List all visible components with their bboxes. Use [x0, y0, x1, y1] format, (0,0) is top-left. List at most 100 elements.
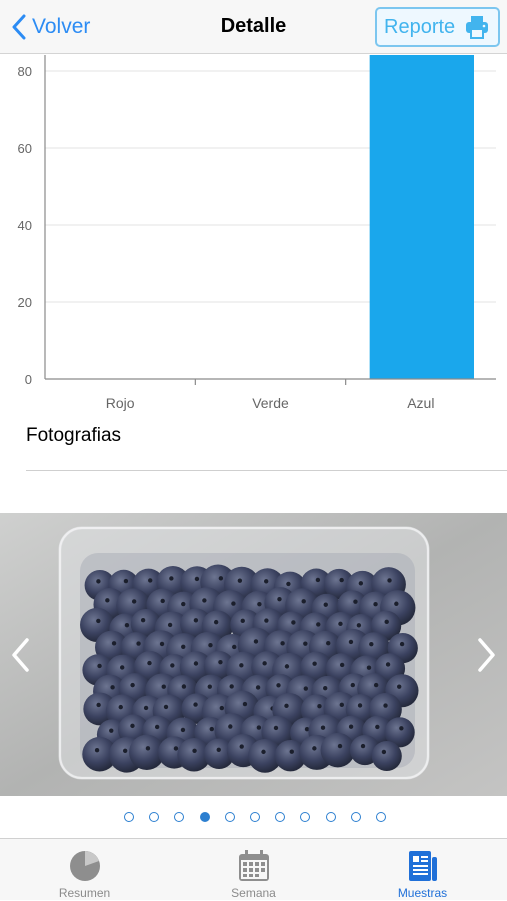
- y-tick-label: 20: [18, 295, 32, 310]
- blueberry-crown: [369, 641, 374, 647]
- tab-resumen[interactable]: Resumen: [0, 839, 169, 901]
- blueberry-crown: [303, 686, 309, 691]
- blueberry-crown: [131, 599, 137, 604]
- blueberry-crown: [123, 578, 129, 584]
- blueberry-crown: [216, 747, 221, 752]
- x-tick-label: Azul: [407, 395, 434, 411]
- blueberry-crown: [373, 602, 378, 607]
- blueberry-crown: [399, 726, 404, 731]
- blueberry-crown: [261, 749, 266, 755]
- blueberry-crown: [315, 577, 321, 583]
- tab-muestras[interactable]: Muestras: [338, 839, 507, 901]
- blueberry-crown: [348, 639, 354, 645]
- blueberry-crown: [375, 724, 380, 730]
- y-tick-label: 40: [18, 218, 32, 233]
- chevron-left-icon: [12, 14, 26, 40]
- blueberry-crown: [202, 598, 207, 603]
- blueberry-crown: [163, 704, 169, 710]
- page-dot[interactable]: [376, 812, 386, 822]
- blueberry-crown: [323, 602, 328, 607]
- blueberry-crown: [147, 660, 152, 666]
- page-dot[interactable]: [174, 812, 185, 822]
- photo-carousel-image[interactable]: [0, 513, 507, 796]
- blueberry-crown: [193, 661, 199, 666]
- blueberry-crown: [140, 618, 146, 623]
- blueberry-crown: [96, 579, 101, 584]
- y-tick-label: 60: [18, 141, 32, 156]
- blueberry-crown: [120, 665, 125, 670]
- page-dot[interactable]: [149, 812, 160, 822]
- blueberry-crown: [194, 576, 200, 582]
- blueberry-crown: [213, 619, 219, 625]
- blueberry-crown: [323, 685, 328, 691]
- page-dot[interactable]: [224, 812, 235, 822]
- blueberry-crown: [385, 662, 391, 667]
- blueberry-crown: [154, 724, 160, 730]
- document-icon: [408, 851, 437, 881]
- blueberry-crown: [339, 577, 344, 583]
- page-dot[interactable]: [199, 812, 210, 822]
- blueberry-crown: [181, 684, 187, 689]
- page-dot[interactable]: [350, 812, 361, 822]
- page-dot[interactable]: [124, 812, 134, 822]
- blueberry-crown: [301, 599, 306, 604]
- blueberry-crown: [148, 578, 153, 583]
- blueberry-crown: [192, 748, 197, 753]
- tab-semana[interactable]: Semana: [169, 839, 338, 901]
- blueberry-crown: [124, 623, 130, 628]
- blueberry-crown: [167, 622, 173, 628]
- blueberry-crown: [169, 576, 174, 581]
- blueberry-crown: [239, 744, 244, 749]
- pie-chart-icon: [69, 851, 100, 881]
- blueberry-crown: [399, 641, 405, 647]
- blueberry-crown: [284, 703, 289, 709]
- tab-label: Resumen: [58, 886, 111, 900]
- blueberry-crown: [145, 746, 151, 751]
- blueberry-crown: [366, 665, 372, 670]
- page-dot[interactable]: [325, 812, 336, 822]
- blueberry-crown: [218, 659, 223, 665]
- blueberry: [371, 740, 402, 772]
- bar-chart: 0 20 40 60 80 Rojo Verde Azul: [18, 55, 496, 411]
- blueberry-crown: [136, 641, 141, 646]
- page-dot[interactable]: [250, 812, 260, 822]
- blueberry-crown: [264, 579, 269, 584]
- blueberry-crown: [339, 702, 345, 708]
- blueberry-crown: [326, 641, 331, 646]
- page-dot[interactable]: [300, 812, 311, 822]
- blueberry-crown: [394, 601, 399, 606]
- blueberry-crown: [218, 576, 224, 581]
- blueberry-crown: [348, 724, 354, 729]
- blueberry-crown: [286, 581, 291, 587]
- back-button[interactable]: Volver: [10, 12, 90, 42]
- blueberry-crown: [289, 749, 294, 754]
- x-tick-label: Rojo: [106, 395, 135, 411]
- blueberry-crown: [256, 725, 262, 730]
- next-photo-arrow-icon[interactable]: [472, 636, 502, 674]
- blueberry-crown: [339, 662, 345, 668]
- blueberry-crown: [118, 704, 123, 710]
- blueberry-crown: [383, 703, 388, 708]
- blueberry-crown: [105, 598, 110, 603]
- blueberry-crown: [208, 643, 213, 648]
- blueberry-crown: [207, 684, 212, 689]
- calendar-icon: [238, 850, 269, 881]
- blueberry-crown: [338, 621, 343, 627]
- blueberry-crown: [111, 641, 117, 646]
- y-tick-label: 0: [25, 372, 32, 387]
- blueberry-crown: [255, 685, 261, 690]
- blueberry-crown: [257, 601, 262, 607]
- report-button[interactable]: Reporte: [375, 7, 500, 47]
- blueberry-crown: [228, 724, 233, 729]
- previous-photo-arrow-icon[interactable]: [5, 636, 35, 674]
- blueberry-crown: [96, 702, 101, 708]
- tab-bar: Resumen Semana Muestras: [0, 838, 507, 900]
- printer-icon: [466, 16, 488, 39]
- blueberry-crown: [231, 601, 236, 606]
- blueberry-crown: [180, 727, 186, 733]
- blueberry-crown: [312, 746, 317, 751]
- page-dot[interactable]: [275, 812, 286, 822]
- blueberry-crown: [232, 644, 237, 650]
- blueberry: [320, 732, 356, 768]
- tab-label: Semana: [231, 886, 276, 900]
